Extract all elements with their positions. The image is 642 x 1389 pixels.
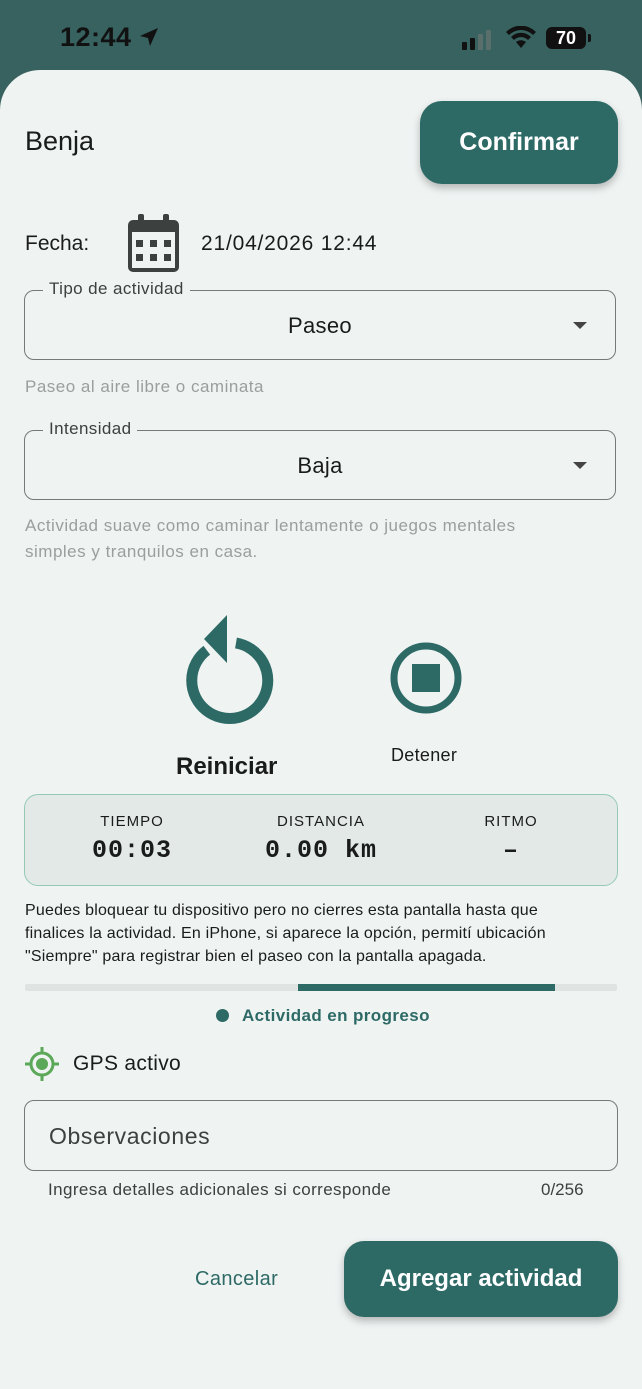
observations-helper: Ingresa detalles adicionales si correspo…: [48, 1180, 392, 1199]
add-activity-button[interactable]: Agregar actividad: [344, 1241, 618, 1317]
stat-time: TIEMPO 00:03: [32, 813, 232, 865]
intensity-value: Baja: [297, 453, 343, 478]
notice-line: "Siempre" para registrar bien el paseo c…: [25, 948, 487, 965]
gps-status-label: GPS activo: [73, 1052, 182, 1075]
stat-pace-label: RITMO: [484, 813, 538, 830]
stat-time-value: 00:03: [91, 836, 172, 865]
location-arrow-icon: [140, 28, 158, 46]
notice-line: Puedes bloquear tu dispositivo pero no c…: [25, 902, 538, 919]
user-name: Benja: [25, 126, 95, 156]
activity-type-helper: Paseo al aire libre o caminata: [25, 377, 264, 396]
dropdown-arrow-icon: [573, 322, 587, 329]
battery-level: 70: [555, 27, 577, 48]
stat-distance: DISTANCIA 0.00 km: [221, 813, 421, 865]
progress-bar: [25, 984, 617, 991]
intensity-label: Intensidad: [43, 419, 138, 439]
intensity-helper-line: Actividad suave como caminar lentamente …: [25, 516, 516, 535]
activity-type-value: Paseo: [288, 313, 352, 338]
battery-tip: [588, 34, 591, 42]
stat-pace: RITMO –: [411, 813, 611, 865]
progress-bar-fill: [298, 984, 555, 991]
intensity-helper-line: simples y tranquilos en casa.: [25, 542, 258, 561]
stat-time-label: TIEMPO: [100, 813, 164, 830]
stop-icon[interactable]: [389, 641, 463, 715]
restart-icon[interactable]: [178, 615, 278, 725]
date-label: Fecha:: [25, 232, 90, 255]
dropdown-arrow-icon: [573, 462, 587, 469]
stat-distance-label: DISTANCIA: [277, 813, 365, 830]
status-bar: 12:44 70: [0, 0, 642, 72]
status-time: 12:44: [60, 22, 132, 52]
confirm-button[interactable]: Confirmar: [420, 101, 618, 184]
progress-status-label: Actividad en progreso: [242, 1006, 430, 1025]
stat-pace-value: –: [502, 836, 519, 865]
cellular-signal-icon: [462, 30, 491, 50]
lock-screen-notice: Puedes bloquear tu dispositivo pero no c…: [25, 899, 615, 968]
notice-line: finalices la actividad. En iPhone, si ap…: [25, 925, 546, 942]
stats-panel: TIEMPO 00:03 DISTANCIA 0.00 km RITMO –: [24, 794, 618, 886]
cancel-button[interactable]: Cancelar: [195, 1268, 278, 1291]
wifi-icon: [506, 26, 536, 48]
calendar-icon[interactable]: [127, 213, 180, 273]
battery-icon: 70: [546, 27, 586, 49]
status-dot-icon: [216, 1009, 229, 1022]
intensity-select[interactable]: Intensidad Baja: [24, 419, 616, 500]
activity-type-select[interactable]: Tipo de actividad Paseo: [24, 279, 616, 360]
restart-label[interactable]: Reiniciar: [176, 753, 277, 781]
stop-label[interactable]: Detener: [391, 745, 457, 766]
observations-placeholder: Observaciones: [49, 1123, 211, 1149]
stat-distance-value: 0.00 km: [264, 836, 378, 865]
date-value[interactable]: 21/04/2026 12:44: [201, 232, 377, 256]
gps-location-icon: [25, 1047, 59, 1081]
observations-field[interactable]: Observaciones: [24, 1100, 618, 1171]
intensity-helper: Actividad suave como caminar lentamente …: [25, 513, 516, 565]
observations-counter: 0/256: [541, 1180, 584, 1199]
activity-type-label: Tipo de actividad: [43, 279, 190, 299]
